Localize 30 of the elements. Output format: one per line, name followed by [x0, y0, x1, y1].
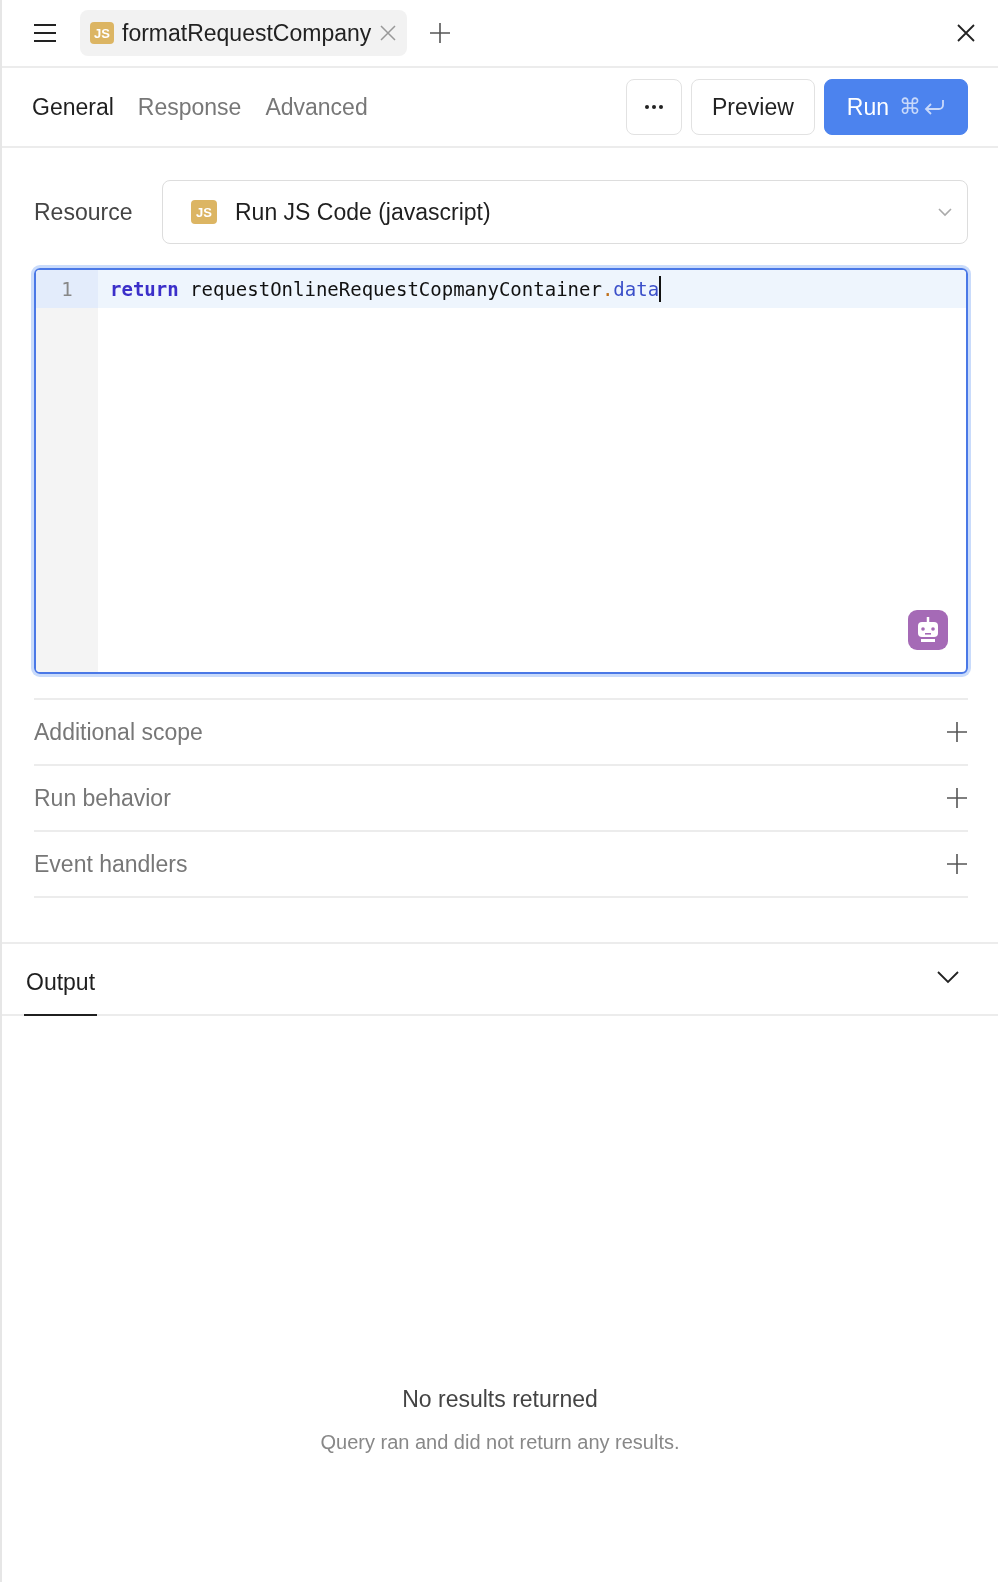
file-tab[interactable]: JS formatRequestCompany: [80, 10, 408, 56]
js-badge: JS: [191, 200, 217, 224]
more-button[interactable]: [626, 79, 682, 135]
code-editor[interactable]: 1 return requestOnlineRequestCopmanyContainer.data: [34, 268, 968, 674]
section-title[interactable]: Additional scope: [34, 718, 203, 746]
query-tab[interactable]: General: [32, 93, 114, 121]
code-line: return requestOnlineRequestCopmanyContainer.data: [110, 278, 660, 300]
section-title[interactable]: Run behavior: [34, 784, 171, 812]
line-number: 1: [61, 278, 73, 300]
resource-label: Resource: [34, 198, 134, 226]
text-cursor: [659, 276, 662, 302]
query-tab[interactable]: Advanced: [265, 93, 368, 121]
shortcut-key: ⌘: [899, 94, 921, 120]
chevron-down-icon: [937, 207, 953, 217]
empty-message: Query ran and did not return any results.: [320, 1431, 680, 1454]
resource-select[interactable]: JS Run JS Code (javascript): [162, 180, 968, 244]
js-badge: JS: [90, 22, 114, 44]
section-title[interactable]: Event handlers: [34, 850, 188, 878]
query-tab[interactable]: Response: [137, 93, 242, 121]
more-icon: [644, 104, 664, 110]
add-tab-icon: [429, 22, 452, 44]
empty-title: No results returned: [402, 1386, 598, 1413]
return-icon: [923, 98, 945, 116]
close-icon: [956, 23, 976, 43]
robot-icon: [908, 610, 948, 650]
preview-button[interactable]: Preview: [691, 79, 815, 135]
run-button[interactable]: Run ⌘: [823, 79, 968, 135]
close-tab-icon: [379, 24, 398, 42]
output-tab[interactable]: Output: [24, 969, 98, 1016]
menu-icon: [32, 22, 58, 44]
